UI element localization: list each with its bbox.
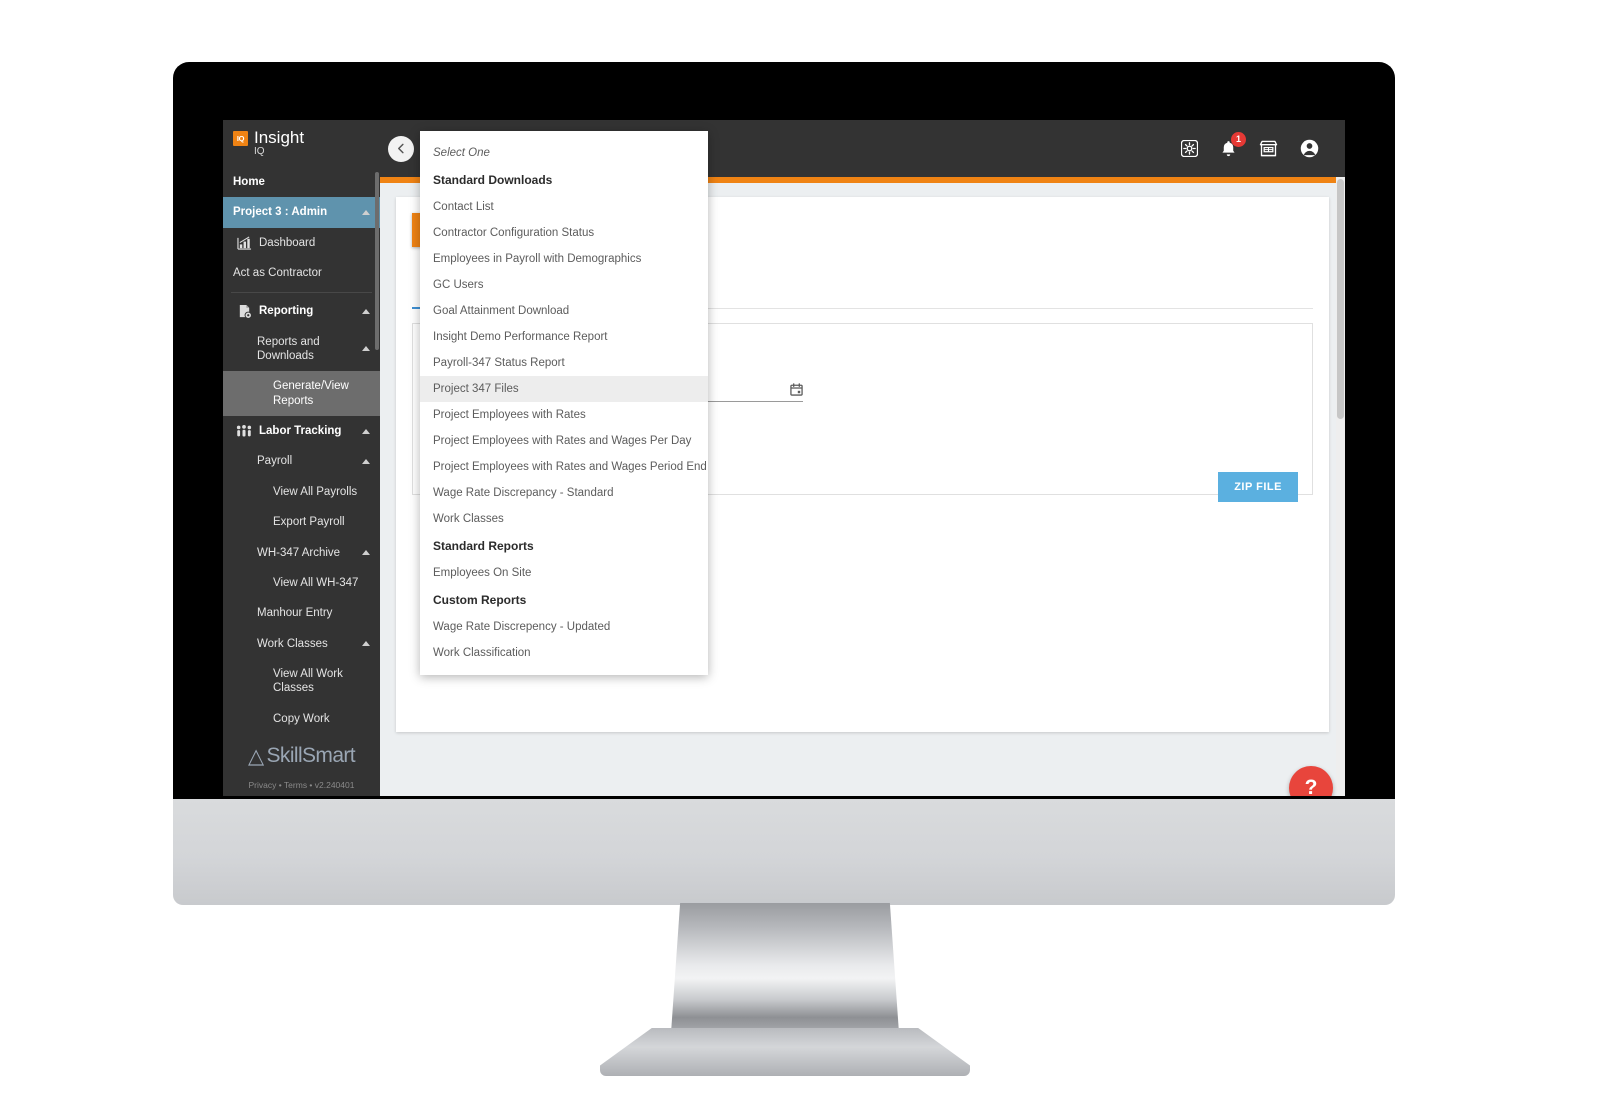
- marketplace-store-icon[interactable]: [1259, 140, 1278, 157]
- back-button[interactable]: [388, 135, 414, 162]
- sidebar-item-label: View All WH-347: [273, 576, 359, 589]
- chevron-up-icon: [362, 459, 370, 465]
- chevron-up-icon: [362, 550, 370, 556]
- dropdown-item-payroll-347-status-report[interactable]: Payroll-347 Status Report: [420, 350, 708, 376]
- sidebar-item-dashboard[interactable]: Dashboard: [223, 228, 380, 258]
- sidebar-item-label: Work Classes: [257, 637, 328, 650]
- monitor-stand-neck: [671, 903, 899, 1033]
- triangle-icon: △: [247, 744, 264, 768]
- sidebar-item-work-classes[interactable]: Work Classes: [223, 629, 380, 659]
- dropdown-item-goal-attainment-download[interactable]: Goal Attainment Download: [420, 298, 708, 324]
- sidebar-item-export-payroll[interactable]: Export Payroll: [223, 507, 380, 537]
- sidebar-footer: △ SkillSmart Privacy • Terms • v2.240401: [223, 744, 380, 796]
- dropdown-item-project-employees-with-rates[interactable]: Project Employees with Rates: [420, 402, 708, 428]
- zip-file-button[interactable]: ZIP FILE: [1218, 472, 1298, 502]
- sidebar-item-label: View All Work Classes: [273, 668, 343, 695]
- dropdown-item-wage-rate-discrepency-updated[interactable]: Wage Rate Discrepency - Updated: [420, 614, 708, 640]
- sidebar-item-label: Copy Work: [273, 712, 330, 725]
- dropdown-item-employees-in-payroll-with-demographics[interactable]: Employees in Payroll with Demographics: [420, 246, 708, 272]
- sidebar-item-label: Payroll: [257, 455, 293, 468]
- brand-name: Insight: [254, 128, 305, 147]
- sidebar-item-label: Export Payroll: [273, 516, 345, 529]
- sidebar-item-label: WH-347 Archive: [257, 546, 341, 559]
- header-icon-group: 1: [1181, 131, 1319, 158]
- sidebar-item-copy-work[interactable]: Copy Work: [223, 704, 380, 734]
- sidebar-item-wh-347-archive[interactable]: WH-347 Archive: [223, 538, 380, 568]
- dropdown-group-custom-reports: Custom Reports: [433, 593, 527, 607]
- sidebar-item-label: View All Payrolls: [273, 485, 358, 498]
- sidebar-item-label: Project 3 : Admin: [233, 206, 328, 219]
- sidebar-item-view-all-work-classes[interactable]: View All Work Classes: [223, 659, 380, 704]
- notification-bell-icon[interactable]: 1: [1220, 131, 1246, 158]
- sidebar-item-reports-and-downloads[interactable]: Reports and Downloads: [223, 327, 380, 372]
- sidebar-item-label: Reports and Downloads: [257, 335, 320, 362]
- dropdown-item-project-employees-with-rates-and-wages-period-end[interactable]: Project Employees with Rates and Wages P…: [420, 454, 708, 480]
- sidebar-item-view-all-wh-347[interactable]: View All WH-347: [223, 568, 380, 598]
- sidebar-item-label: Reporting: [259, 304, 314, 317]
- sidebar-item-label: Generate/View Reports: [273, 380, 349, 407]
- sidebar-item-manhour-entry[interactable]: Manhour Entry: [223, 598, 380, 628]
- chevron-left-icon: [397, 143, 404, 154]
- sidebar: IQ Insight IQ Home Project 3 : Admin Das…: [223, 120, 380, 796]
- monitor-stand-base: [600, 1028, 970, 1076]
- app-screen: IQ Insight IQ Home Project 3 : Admin Das…: [223, 120, 1345, 796]
- chevron-up-icon: [362, 641, 370, 647]
- brand-row: IQ Insight: [233, 128, 380, 148]
- people-group-icon: [233, 424, 255, 438]
- dropdown-item-wage-rate-discrepancy-standard[interactable]: Wage Rate Discrepancy - Standard: [420, 480, 708, 506]
- settings-gear-icon[interactable]: [1181, 140, 1198, 157]
- sidebar-item-generate-view-reports[interactable]: Generate/View Reports: [223, 371, 380, 416]
- sidebar-item-label: Dashboard: [259, 236, 316, 249]
- dropdown-item-project-employees-with-rates-and-wages-per-day[interactable]: Project Employees with Rates and Wages P…: [420, 428, 708, 454]
- skillsmart-logo: △ SkillSmart: [231, 744, 372, 768]
- dropdown-item-work-classes[interactable]: Work Classes: [420, 506, 708, 532]
- dropdown-group-standard-downloads: Standard Downloads: [433, 173, 553, 187]
- dropdown-item-contractor-configuration-status[interactable]: Contractor Configuration Status: [420, 220, 708, 246]
- dropdown-item-employees-on-site[interactable]: Employees On Site: [420, 560, 708, 586]
- dropdown-item-work-classification[interactable]: Work Classification: [420, 640, 708, 666]
- sidebar-item-label: Home: [233, 176, 265, 188]
- dropdown-item-gc-users[interactable]: GC Users: [420, 272, 708, 298]
- calendar-icon[interactable]: [790, 382, 803, 396]
- dropdown-item-project-347-files[interactable]: Project 347 Files: [420, 376, 708, 402]
- dropdown-group-standard-reports: Standard Reports: [433, 539, 534, 553]
- chevron-up-icon: [362, 346, 370, 352]
- help-button[interactable]: ?: [1289, 766, 1333, 796]
- dropdown-item-insight-demo-performance-report[interactable]: Insight Demo Performance Report: [420, 324, 708, 350]
- dropdown-placeholder[interactable]: Select One: [420, 140, 708, 166]
- main-scrollbar-thumb[interactable]: [1337, 179, 1344, 419]
- monitor-chin: [173, 799, 1395, 905]
- sidebar-item-project-3-admin[interactable]: Project 3 : Admin: [223, 197, 380, 228]
- sidebar-divider: [231, 291, 372, 293]
- brand-block[interactable]: IQ Insight IQ: [223, 120, 380, 167]
- sidebar-scrollbar-thumb[interactable]: [375, 172, 379, 350]
- chevron-up-icon: [362, 210, 370, 216]
- chevron-up-icon: [362, 428, 370, 434]
- account-circle-icon[interactable]: [1300, 139, 1319, 158]
- sidebar-item-view-all-payrolls[interactable]: View All Payrolls: [223, 477, 380, 507]
- report-gear-icon: [233, 304, 255, 319]
- bar-chart-icon: [233, 236, 255, 250]
- insight-logo-icon: IQ: [233, 130, 248, 146]
- notification-badge: 1: [1231, 131, 1246, 147]
- sidebar-item-label: Labor Tracking: [259, 425, 342, 437]
- dropdown-item-contact-list[interactable]: Contact List: [420, 194, 708, 220]
- sidebar-item-label: Manhour Entry: [257, 607, 333, 620]
- chevron-up-icon: [362, 308, 370, 314]
- sidebar-item-home[interactable]: Home: [223, 167, 380, 197]
- sidebar-item-payroll[interactable]: Payroll: [223, 446, 380, 476]
- sidebar-item-reporting[interactable]: Reporting: [223, 296, 380, 327]
- sidebar-item-labor-tracking[interactable]: Labor Tracking: [223, 416, 380, 446]
- footer-legal-text: Privacy • Terms • v2.240401: [248, 780, 355, 790]
- sidebar-item-label: Act as Contractor: [233, 267, 322, 280]
- sidebar-item-act-as-contractor[interactable]: Act as Contractor: [223, 258, 380, 288]
- skillsmart-wordmark: SkillSmart: [266, 744, 356, 767]
- main-scrollbar-track[interactable]: [1336, 177, 1345, 796]
- report-type-dropdown-menu[interactable]: Select One Standard Downloads Contact Li…: [420, 131, 708, 675]
